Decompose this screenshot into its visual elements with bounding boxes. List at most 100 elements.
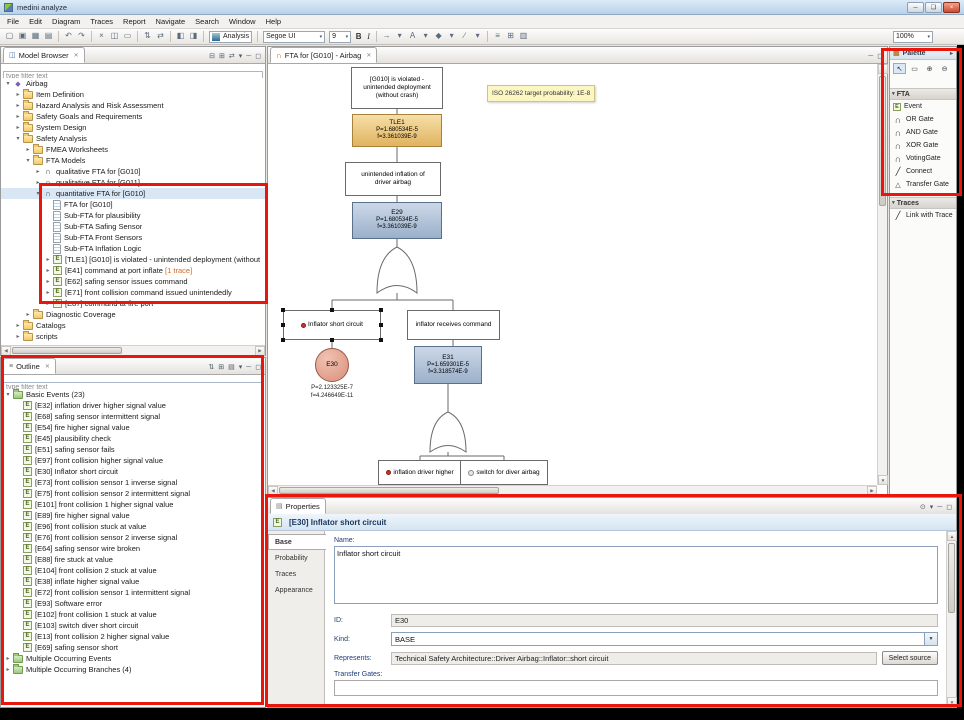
analysis-profile-select[interactable]: Analysis xyxy=(209,31,252,43)
bold-button[interactable]: B xyxy=(353,32,364,41)
save-icon[interactable]: ▣ xyxy=(16,30,29,43)
tree-item[interactable]: ▸∩qualitative FTA for [G010] xyxy=(1,166,265,177)
menu-window[interactable]: Window xyxy=(224,15,261,28)
expand-arrow-icon[interactable]: ▸ xyxy=(14,333,22,340)
tree-item[interactable]: ▸System Design xyxy=(1,122,265,133)
expand-arrow-icon[interactable]: ▸ xyxy=(14,102,22,109)
scrollbar-thumb[interactable] xyxy=(279,487,499,494)
tree-item[interactable]: ▾Safety Analysis xyxy=(1,133,265,144)
sync-icon[interactable]: ⇄ xyxy=(154,30,167,43)
expand-arrow-icon[interactable]: ▸ xyxy=(14,91,22,98)
close-icon[interactable]: ✕ xyxy=(45,363,50,370)
line-style-dropdown-icon[interactable]: ▾ xyxy=(471,30,484,43)
scrollbar-thumb[interactable] xyxy=(879,76,886,206)
expand-arrow-icon[interactable]: ▸ xyxy=(24,146,32,153)
maximize-icon[interactable]: ◻ xyxy=(255,53,261,60)
tree-item[interactable]: E[E32] inflation driver higher signal va… xyxy=(1,400,265,411)
palette-drawer-traces[interactable]: ▾Traces xyxy=(890,197,956,209)
pin-icon[interactable]: ⊙ xyxy=(920,504,926,511)
align-icon[interactable]: ≡ xyxy=(491,30,504,43)
select-tool-icon[interactable]: ↖ xyxy=(893,63,906,74)
properties-vscrollbar[interactable]: ▲ ▼ xyxy=(946,531,956,707)
sort-icon[interactable]: ⇅ xyxy=(208,364,214,371)
fta-node-tle1[interactable]: TLE1 P=1.680534E-5 f=3.361039E-9 xyxy=(352,114,442,147)
collapse-arrow-icon[interactable]: ▾ xyxy=(14,135,22,142)
scrollbar-thumb[interactable] xyxy=(948,543,955,613)
tree-item[interactable]: E[E13] front collision 2 higher signal v… xyxy=(1,631,265,642)
tree-item[interactable]: ▸FMEA Worksheets xyxy=(1,144,265,155)
tree-item[interactable]: ▸∩qualitative FTA for [G011] xyxy=(1,177,265,188)
view-menu-icon[interactable]: ▾ xyxy=(930,504,934,511)
scroll-up-icon[interactable]: ▲ xyxy=(947,531,957,541)
tree-item[interactable]: E[E93] Software error xyxy=(1,598,265,609)
scroll-down-icon[interactable]: ▼ xyxy=(878,475,888,485)
scroll-left-icon[interactable]: ◀ xyxy=(1,346,11,356)
expand-arrow-icon[interactable]: ▸ xyxy=(14,113,22,120)
navigate-up-icon[interactable]: ⇅ xyxy=(141,30,154,43)
tree-item[interactable]: ▾FTA Models xyxy=(1,155,265,166)
palette-tool-and-gate[interactable]: ∩AND Gate xyxy=(890,126,956,139)
tree-item[interactable]: E[E75] front collision sensor 2 intermit… xyxy=(1,488,265,499)
tree-item[interactable]: ▸Safety Goals and Requirements xyxy=(1,111,265,122)
tree-item[interactable]: ▸E[E87] command at fire port xyxy=(1,298,265,309)
menu-navigate[interactable]: Navigate xyxy=(151,15,191,28)
tab-outline[interactable]: ≡ Outline ✕ xyxy=(3,358,56,374)
maximize-icon[interactable]: ◻ xyxy=(255,364,261,371)
scroll-down-icon[interactable]: ▼ xyxy=(947,697,957,707)
expand-arrow-icon[interactable]: ▸ xyxy=(4,666,12,673)
layout-icon[interactable]: ▥ xyxy=(517,30,530,43)
zoom-out-tool-icon[interactable]: ⊖ xyxy=(938,63,951,74)
scroll-left-icon[interactable]: ◀ xyxy=(268,486,278,496)
minimize-button[interactable]: ─ xyxy=(907,2,924,13)
font-color-icon[interactable]: A xyxy=(406,30,419,43)
fta-node-inflator-receives-command[interactable]: inflator receives command xyxy=(407,310,500,340)
menu-search[interactable]: Search xyxy=(190,15,224,28)
fill-color-icon[interactable]: ◆ xyxy=(432,30,445,43)
fta-node-e31[interactable]: E31 P=1.659301E-5 f=3.318574E-9 xyxy=(414,346,482,384)
tree-item[interactable]: Sub-FTA Front Sensors xyxy=(1,232,265,243)
fta-node-switch-for-diver-airbag[interactable]: switch for diver airbag xyxy=(460,460,548,485)
scroll-right-icon[interactable]: ▶ xyxy=(255,346,265,356)
prop-tab-traces[interactable]: Traces xyxy=(268,566,324,582)
minimize-icon[interactable]: ─ xyxy=(246,53,251,60)
scroll-up-icon[interactable]: ▲ xyxy=(878,64,888,74)
expand-arrow-icon[interactable]: ▸ xyxy=(44,289,52,296)
tree-item[interactable]: E[E103] switch diver short circuit xyxy=(1,620,265,631)
expand-arrow-icon[interactable]: ▸ xyxy=(24,311,32,318)
expand-arrow-icon[interactable]: ▸ xyxy=(14,124,22,131)
tree-item[interactable]: ▸scripts xyxy=(1,331,265,342)
maximize-icon[interactable]: ◻ xyxy=(946,504,952,511)
select-source-button[interactable]: Select source xyxy=(882,651,938,665)
view-menu-icon[interactable]: ▾ xyxy=(239,53,243,60)
tree-item[interactable]: E[E102] front collision 1 stuck at value xyxy=(1,609,265,620)
palette-collapse-icon[interactable]: ▸ xyxy=(950,50,953,57)
tree-item[interactable]: E[E51] safing sensor fails xyxy=(1,444,265,455)
font-family-select[interactable]: Segoe UI ▾ xyxy=(263,31,325,43)
tree-item[interactable]: FTA for [G010] xyxy=(1,199,265,210)
tab-properties[interactable]: ▤ Properties xyxy=(270,498,326,514)
expand-all-icon[interactable]: ⊞ xyxy=(219,53,225,60)
tree-item[interactable]: ▸Multiple Occurring Events xyxy=(1,653,265,664)
redo-icon[interactable]: ↷ xyxy=(75,30,88,43)
tree-item[interactable]: Sub-FTA for plausibility xyxy=(1,210,265,221)
palette-tool-event[interactable]: EEvent xyxy=(890,100,956,113)
arrow-style-icon[interactable]: → xyxy=(380,30,393,43)
tree-item[interactable]: ▾∩quantitative FTA for [G010] xyxy=(1,188,265,199)
kind-select[interactable]: BASE ▼ xyxy=(391,632,938,646)
tree-item[interactable]: E[E101] front collision 1 higher signal … xyxy=(1,499,265,510)
tree-item[interactable]: E[E30] Inflator short circuit xyxy=(1,466,265,477)
menu-traces[interactable]: Traces xyxy=(85,15,118,28)
palette-header[interactable]: ▦ Palette ▸ xyxy=(890,47,956,60)
fta-node-inflation-driver-higher[interactable]: inflation driver higher xyxy=(378,460,462,485)
selection-handle[interactable] xyxy=(281,338,285,342)
menu-help[interactable]: Help xyxy=(261,15,286,28)
scrollbar-thumb[interactable] xyxy=(12,347,122,354)
tree-item[interactable]: E[E73] front collision sensor 1 inverse … xyxy=(1,477,265,488)
link-with-editor-icon[interactable]: ⇄ xyxy=(229,53,235,60)
expand-arrow-icon[interactable]: ▸ xyxy=(44,256,52,263)
transfer-gates-list[interactable] xyxy=(334,680,938,696)
paste-icon[interactable]: ▭ xyxy=(121,30,134,43)
tree-item[interactable]: E[E104] front collision 2 stuck at value xyxy=(1,565,265,576)
palette-tool-or-gate[interactable]: ∩OR Gate xyxy=(890,113,956,126)
report-icon[interactable]: ◧ xyxy=(174,30,187,43)
